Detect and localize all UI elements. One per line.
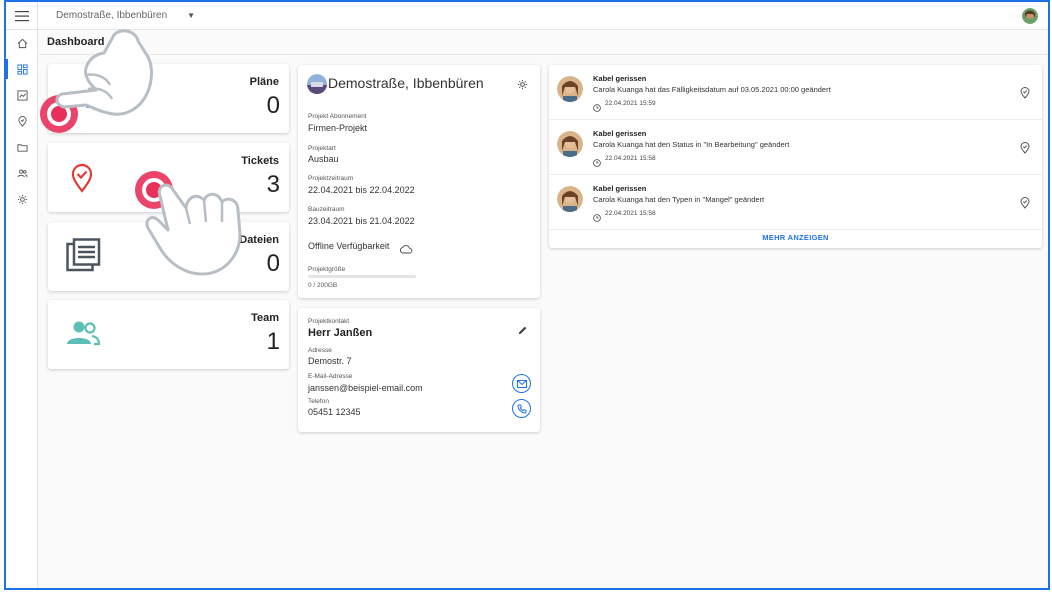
sidebar-item-tickets[interactable] [6, 108, 38, 134]
offline-availability-label: Offline Verfügbarkeit [308, 241, 390, 251]
project-period-value: 22.04.2021 bis 22.04.2022 [308, 185, 415, 195]
activity-item[interactable]: Kabel gerissen Carola Kuanga hat das Fäl… [549, 65, 1042, 120]
phone-icon [516, 404, 526, 414]
clock-icon [593, 99, 601, 117]
files-label: Dateien [239, 234, 279, 246]
sidebar [6, 30, 38, 588]
subscription-label: Projekt Abonnement [308, 113, 367, 120]
project-size-bar [308, 275, 416, 278]
activity-date: 22.04.2021 15:59 [605, 100, 656, 107]
location-pin-icon[interactable] [1020, 196, 1030, 214]
avatar [557, 131, 583, 157]
cloud-icon[interactable] [399, 241, 413, 259]
mail-icon [516, 379, 527, 388]
clock-icon [593, 154, 601, 172]
folder-icon [16, 143, 28, 152]
location-pin-icon[interactable] [1020, 141, 1030, 159]
activity-item[interactable]: Kabel gerissen Carola Kuanga hat den Sta… [549, 120, 1042, 175]
call-button[interactable] [512, 399, 531, 418]
contact-heading: Projektkontakt [308, 318, 350, 325]
team-card[interactable]: Team 1 [48, 300, 289, 369]
avatar [557, 186, 583, 212]
project-avatar [307, 74, 327, 94]
sidebar-item-settings[interactable] [6, 186, 38, 212]
project-size-value: 0 / 200GB [308, 282, 338, 289]
chevron-down-icon: ▼ [187, 11, 196, 20]
user-avatar[interactable] [1022, 8, 1038, 24]
project-selector-label: Demostraße, Ibbenbüren [56, 10, 168, 21]
project-period-label: Projektzeitraum [308, 175, 354, 182]
menu-icon[interactable] [6, 2, 38, 30]
sidebar-item-files[interactable] [6, 134, 38, 160]
address-value: Demostr. 7 [308, 356, 352, 366]
team-members-icon [66, 320, 101, 351]
clock-icon [593, 209, 601, 227]
sidebar-item-plans[interactable] [6, 82, 38, 108]
project-selector[interactable]: Demostraße, Ibbenbüren ▼ [56, 10, 195, 21]
phone-label: Telefon [308, 398, 329, 405]
activity-date: 22.04.2021 15:58 [605, 155, 656, 162]
plans-icon [84, 88, 118, 115]
edit-contact-icon[interactable] [517, 323, 528, 341]
email-label: E-Mail-Adresse [308, 373, 353, 380]
project-type-label: Projektart [308, 145, 336, 152]
location-pin-icon [17, 115, 27, 127]
activity-title: Kabel gerissen [593, 184, 647, 193]
project-size-label: Projektgröße [308, 266, 346, 273]
files-card[interactable]: Dateien 0 [48, 222, 289, 291]
subscription-value: Firmen-Projekt [308, 123, 368, 133]
activity-text: Carola Kuanga hat den Status in "In Bear… [593, 140, 790, 149]
activity-feed: Kabel gerissen Carola Kuanga hat das Fäl… [549, 65, 1042, 248]
top-bar: Demostraße, Ibbenbüren ▼ [6, 2, 1048, 30]
project-title: Demostraße, Ibbenbüren [328, 75, 484, 91]
location-pin-icon[interactable] [1020, 86, 1030, 104]
activity-text: Carola Kuanga hat den Typen in "Mangel" … [593, 195, 765, 204]
phone-value[interactable]: 05451 12345 [308, 407, 361, 417]
build-period-label: Bauzeitraum [308, 206, 345, 213]
sidebar-item-home[interactable] [6, 30, 38, 56]
contact-name: Herr Janßen [308, 327, 373, 339]
project-settings-icon[interactable] [517, 77, 528, 95]
project-contact-card: Projektkontakt Herr Janßen Adresse Demos… [298, 308, 540, 432]
email-value[interactable]: janssen@beispiel-email.com [308, 383, 423, 393]
plans-card[interactable]: Pläne 0 [48, 64, 289, 133]
activity-date: 22.04.2021 15:58 [605, 210, 656, 217]
tickets-card[interactable]: Tickets 3 [48, 143, 289, 212]
page-title: Dashboard [47, 36, 105, 48]
sidebar-item-dashboard[interactable] [6, 56, 38, 82]
team-count: 1 [266, 328, 280, 355]
tickets-label: Tickets [241, 155, 279, 167]
avatar [557, 76, 583, 102]
files-icon [66, 238, 102, 277]
ticket-pin-icon [70, 163, 94, 198]
show-more-button[interactable]: MEHR ANZEIGEN [549, 228, 1042, 248]
home-icon [17, 38, 27, 48]
tickets-count: 3 [266, 171, 280, 198]
files-count: 0 [266, 250, 280, 277]
address-label: Adresse [308, 347, 332, 354]
email-button[interactable] [512, 374, 531, 393]
activity-item[interactable]: Kabel gerissen Carola Kuanga hat den Typ… [549, 175, 1042, 230]
page-header: Dashboard [39, 30, 1048, 55]
activity-text: Carola Kuanga hat das Fälligkeitsdatum a… [593, 85, 831, 94]
activity-title: Kabel gerissen [593, 129, 647, 138]
chart-icon [16, 89, 28, 101]
team-label: Team [251, 312, 279, 324]
team-icon [16, 169, 28, 177]
plans-count: 0 [266, 92, 280, 119]
app-window: Demostraße, Ibbenbüren ▼ Dashboard Pläne… [4, 0, 1050, 590]
project-info-card: Demostraße, Ibbenbüren Projekt Abonnemen… [298, 65, 540, 298]
sidebar-item-team[interactable] [6, 160, 38, 186]
plans-label: Pläne [249, 76, 279, 88]
build-period-value: 23.04.2021 bis 21.04.2022 [308, 216, 415, 226]
gear-icon [17, 194, 27, 204]
activity-title: Kabel gerissen [593, 74, 647, 83]
dashboard-icon [16, 63, 28, 75]
project-type-value: Ausbau [308, 154, 339, 164]
